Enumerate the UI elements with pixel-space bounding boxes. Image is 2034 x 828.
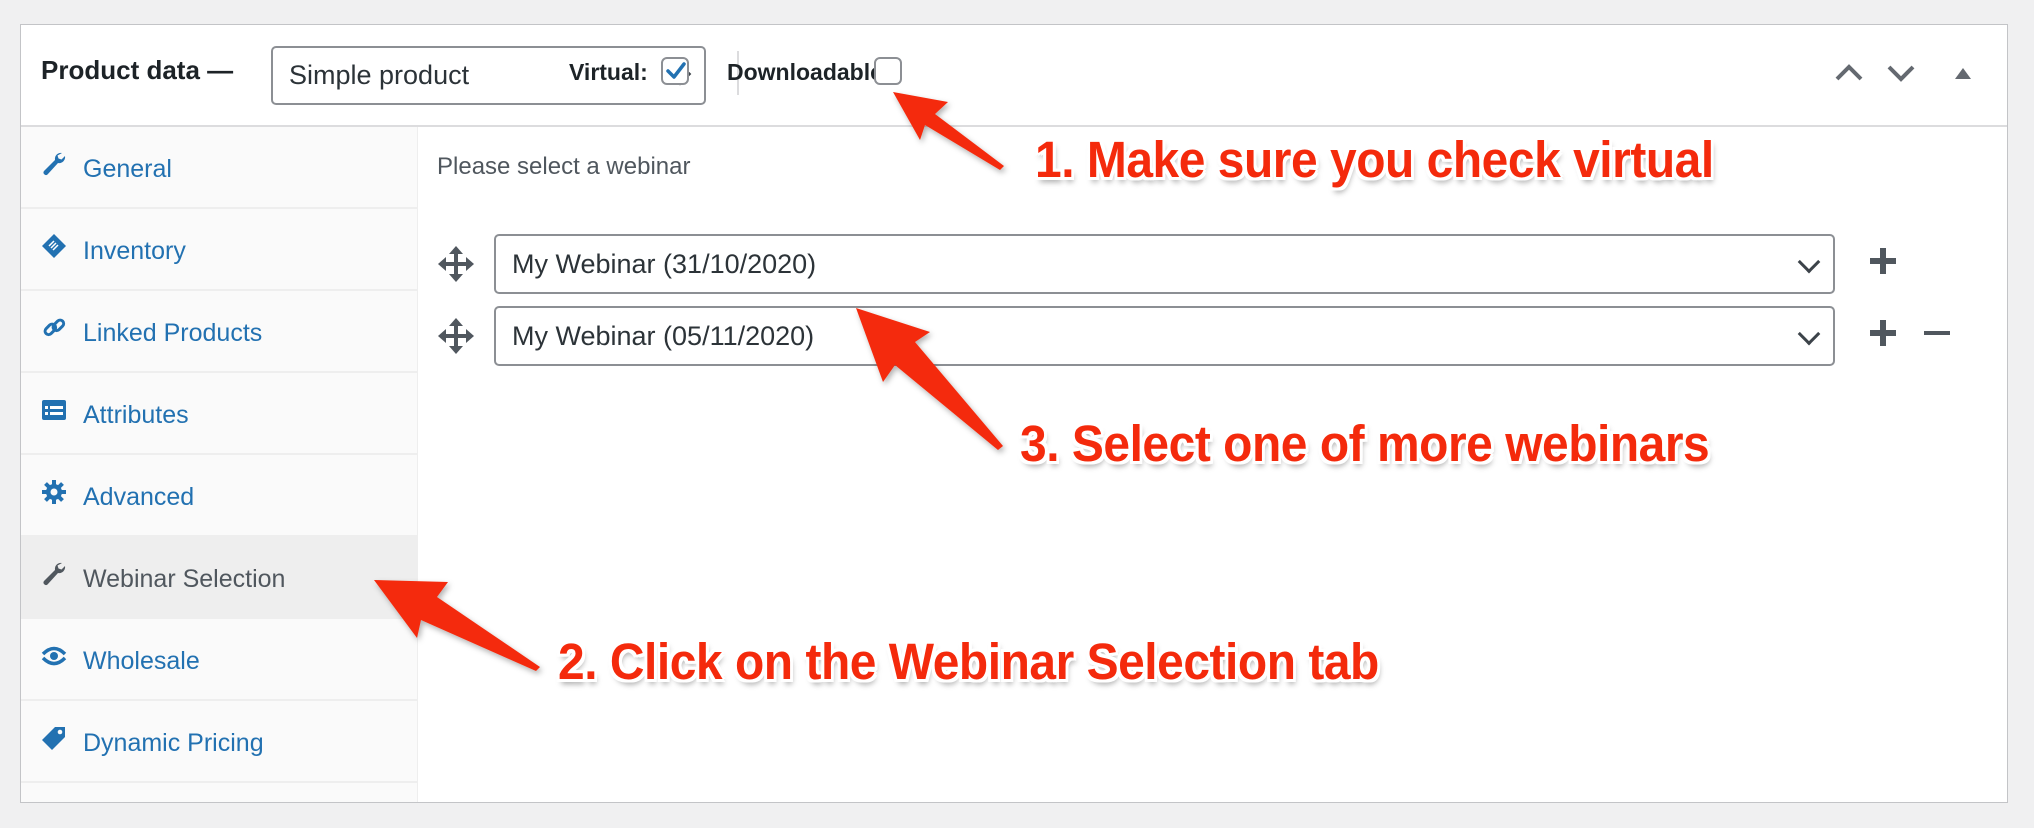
virtual-checkbox[interactable]	[661, 57, 689, 85]
panel-title: Product data —	[41, 55, 234, 85]
remove-webinar-icon[interactable]	[1920, 316, 1954, 350]
downloadable-label: Downloadable:	[727, 59, 891, 85]
chevron-down-icon	[1797, 322, 1821, 346]
checkmark-icon	[666, 62, 686, 79]
list-table-icon	[41, 397, 67, 423]
product-data-tabs: General Inventory Linked Products Attrib…	[21, 127, 418, 802]
tag-icon	[41, 725, 67, 751]
tab-linked-products[interactable]: Linked Products	[21, 291, 417, 373]
webinar-row: My Webinar (05/11/2020)	[418, 306, 2007, 366]
eye-icon	[41, 643, 67, 669]
add-webinar-icon[interactable]	[1866, 244, 1900, 278]
clipboard-icon	[41, 233, 67, 259]
move-up-icon[interactable]	[1831, 55, 1867, 91]
add-webinar-icon[interactable]	[1866, 316, 1900, 350]
tab-attributes[interactable]: Attributes	[21, 373, 417, 455]
webinar-hint: Please select a webinar	[437, 153, 691, 180]
link-icon	[41, 315, 67, 341]
wrench-icon	[41, 151, 67, 177]
drag-handle-icon[interactable]	[438, 318, 474, 354]
virtual-label: Virtual:	[569, 59, 648, 85]
tab-webinar-selection[interactable]: Webinar Selection	[21, 537, 417, 619]
annotation-step-2: 2. Click on the Webinar Selection tab	[558, 633, 1379, 690]
webinar-select-value: My Webinar (31/10/2020)	[512, 249, 817, 279]
tab-label: General	[83, 155, 172, 183]
tab-label: Attributes	[83, 401, 189, 429]
webinar-select[interactable]: My Webinar (31/10/2020)	[494, 234, 1835, 294]
collapse-toggle-icon[interactable]	[1945, 55, 1981, 91]
chevron-down-icon	[1797, 250, 1821, 274]
tab-label: Wholesale	[83, 647, 200, 675]
tab-advanced[interactable]: Advanced	[21, 455, 417, 537]
panel-header: Product data — Simple product Virtual: D…	[21, 25, 2007, 127]
product-type-value: Simple product	[289, 60, 470, 90]
downloadable-checkbox[interactable]	[874, 57, 902, 85]
wrench-icon	[41, 561, 67, 587]
webinar-select-value: My Webinar (05/11/2020)	[512, 321, 815, 351]
webinar-row: My Webinar (31/10/2020)	[418, 234, 2007, 294]
gear-icon	[41, 479, 67, 505]
drag-handle-icon[interactable]	[438, 246, 474, 282]
tab-wholesale[interactable]: Wholesale	[21, 619, 417, 701]
tab-inventory[interactable]: Inventory	[21, 209, 417, 291]
tab-label: Webinar Selection	[83, 565, 286, 593]
annotation-step-3: 3. Select one of more webinars	[1020, 415, 1710, 472]
tab-dynamic-pricing[interactable]: Dynamic Pricing	[21, 701, 417, 783]
webinar-select[interactable]: My Webinar (05/11/2020)	[494, 306, 1835, 366]
tab-label: Advanced	[83, 483, 195, 511]
move-down-icon[interactable]	[1883, 55, 1919, 91]
tab-label: Dynamic Pricing	[83, 729, 264, 757]
tab-label: Inventory	[83, 237, 186, 265]
tab-general[interactable]: General	[21, 127, 417, 209]
annotation-step-1: 1. Make sure you check virtual	[1035, 131, 1714, 188]
tab-label: Linked Products	[83, 319, 263, 347]
